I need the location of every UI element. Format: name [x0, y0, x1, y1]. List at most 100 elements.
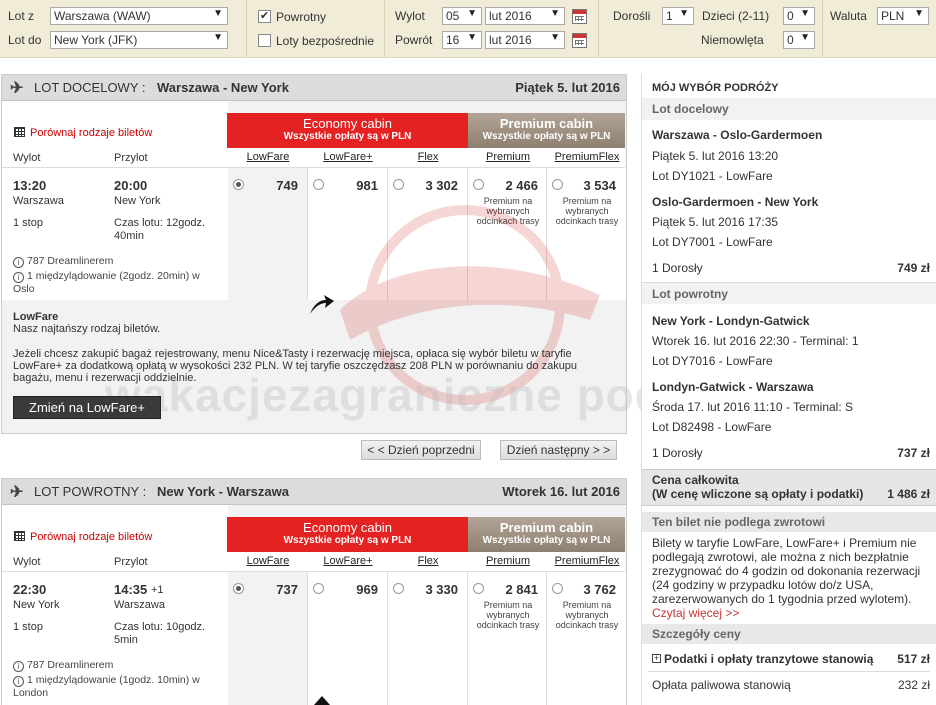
price-lowfare: 737 [276, 582, 298, 597]
fare-header-flex[interactable]: Flex [390, 555, 466, 567]
divider [648, 671, 930, 672]
return-checkbox[interactable]: ✔ [258, 10, 271, 23]
premium-title: Premium cabin [499, 116, 594, 131]
segment-flight: Lot DY1021 - LowFare [652, 169, 773, 183]
fare-radio-flex[interactable] [393, 583, 404, 594]
to-select[interactable]: New York (JFK) ▼ [50, 31, 228, 49]
compare-fares-link[interactable]: Porównaj rodzaje biletów [30, 127, 152, 139]
fare-radio-lowfare[interactable] [233, 583, 244, 594]
return-month-select[interactable]: lut 2016 ▼ [485, 31, 565, 49]
aircraft: 787 Dreamlinerem [27, 659, 114, 671]
taxes-label[interactable]: Podatki i opłaty tranzytowe stanowią [664, 652, 873, 666]
from-label: Lot z [8, 9, 35, 23]
upgrade-lowfareplus-button[interactable]: Zmień na LowFare+ [13, 396, 161, 419]
adults-value: 1 [666, 9, 673, 23]
info-icon[interactable]: i [13, 272, 24, 283]
read-more-link[interactable]: Czytaj więcej >> [652, 606, 739, 620]
fare-info-subtitle: Nasz najtańszy rodzaj biletów. [13, 323, 161, 335]
premium-sub: Wszystkie opłaty są w PLN [482, 131, 611, 142]
return-day-value: 16 [446, 33, 460, 47]
price-premium: 2 466 [505, 178, 538, 193]
fare-header-flex[interactable]: Flex [390, 151, 466, 163]
chevron-down-icon: ▼ [800, 8, 810, 19]
fare-radio-lowfareplus[interactable] [313, 179, 324, 190]
children-select[interactable]: 0 ▼ [783, 7, 815, 25]
depart-month-value: lut 2016 [489, 9, 532, 23]
chevron-down-icon: ▼ [800, 32, 810, 43]
economy-title: Economy cabin [303, 116, 392, 131]
adults-label: Dorośli [613, 9, 651, 23]
price-lowfareplus: 981 [356, 178, 378, 193]
fuel-value: 232 zł [897, 678, 930, 692]
calendar-icon[interactable] [572, 9, 587, 24]
segment-flight: Lot DY7016 - LowFare [652, 354, 773, 368]
arr-time: 14:35 [114, 582, 148, 597]
search-bar-divider-2 [384, 0, 385, 58]
economy-cabin-header: Economy cabin Wszystkie opłaty są w PLN [227, 113, 468, 148]
return-date-label: Powrót [395, 33, 433, 47]
direct-checkbox[interactable] [258, 34, 271, 47]
price-details-heading: Szczegóły ceny [642, 624, 936, 644]
fare-radio-premium[interactable] [473, 583, 484, 594]
return-summary-heading: Lot powrotny [642, 282, 936, 304]
chevron-down-icon: ▼ [679, 8, 689, 19]
chevron-down-icon: ▼ [213, 8, 223, 19]
search-bar-divider-3 [598, 0, 599, 58]
dep-city: Warszawa [13, 195, 64, 207]
stops: 1 stop [13, 621, 43, 633]
compare-fares-link[interactable]: Porównaj rodzaje biletów [30, 531, 152, 543]
fare-header-premium[interactable]: Premium [470, 555, 546, 567]
dep-time: 22:30 [13, 582, 47, 597]
fare-header-lowfare[interactable]: LowFare [230, 555, 306, 567]
to-value: New York (JFK) [54, 33, 138, 47]
depart-date-label: Wylot [395, 9, 425, 23]
economy-sub: Wszystkie opłaty są w PLN [283, 535, 412, 546]
currency-select[interactable]: PLN ▼ [877, 7, 929, 25]
segment-route: Londyn-Gatwick - Warszawa [652, 380, 814, 394]
premium-title: Premium cabin [499, 520, 594, 535]
mouse-cursor-icon [314, 696, 330, 705]
fare-radio-premium[interactable] [473, 179, 484, 190]
nonrefund-heading: Ten bilet nie podlega zwrotowi [642, 512, 936, 532]
outbound-summary-heading: Lot docelowy [642, 98, 936, 120]
calendar-icon[interactable] [572, 33, 587, 48]
info-icon[interactable]: i [13, 676, 24, 687]
chevron-down-icon: ▼ [213, 32, 223, 43]
chevron-down-icon: ▼ [550, 32, 560, 43]
fare-header-premium[interactable]: Premium [470, 151, 546, 163]
layover: 1 międzylądowanie (2godz. 20min) w Oslo [13, 270, 200, 295]
fare-info-title: LowFare [13, 311, 59, 323]
info-icon[interactable]: i [13, 661, 24, 672]
info-icon[interactable]: i [13, 257, 24, 268]
premium-sub: Wszystkie opłaty są w PLN [482, 535, 611, 546]
from-select[interactable]: Warszawa (WAW) ▼ [50, 7, 228, 25]
fuel-label: Opłata paliwowa stanowią [652, 678, 791, 692]
fare-radio-lowfareplus[interactable] [313, 583, 324, 594]
fare-radio-lowfare[interactable] [233, 179, 244, 190]
fare-header-premiumflex[interactable]: PremiumFlex [549, 151, 625, 163]
arr-city: New York [114, 195, 161, 207]
to-label: Lot do [8, 33, 42, 47]
return-passenger: 1 Dorosły [652, 446, 703, 460]
fare-header-lowfareplus[interactable]: LowFare+ [310, 555, 386, 567]
expand-icon[interactable]: + [652, 654, 661, 663]
depart-day-select[interactable]: 05 ▼ [442, 7, 482, 25]
infants-select[interactable]: 0 ▼ [783, 31, 815, 49]
dep-city: New York [13, 599, 60, 611]
layover-row: i1 międzylądowanie (2godz. 20min) w Oslo [13, 270, 218, 295]
adults-select[interactable]: 1 ▼ [662, 7, 694, 25]
depart-month-select[interactable]: lut 2016 ▼ [485, 7, 565, 25]
dep-time: 13:20 [13, 178, 47, 193]
nonrefund-text: Bilety w taryfie LowFare, LowFare+ i Pre… [652, 536, 921, 606]
segment-date: Piątek 5. lut 2016 13:20 [652, 149, 779, 163]
segment-date: Piątek 5. lut 2016 17:35 [652, 215, 779, 229]
next-day-button[interactable]: Dzień następny > > [500, 440, 617, 460]
fare-header-premiumflex[interactable]: PremiumFlex [549, 555, 625, 567]
fare-radio-flex[interactable] [393, 179, 404, 190]
previous-day-button[interactable]: < < Dzień poprzedni [361, 440, 481, 460]
fare-header-lowfare[interactable]: LowFare [230, 151, 306, 163]
outbound-header: ✈ LOT DOCELOWY : Warszawa - New York Pią… [2, 75, 626, 101]
compare-icon [14, 531, 25, 541]
return-day-select[interactable]: 16 ▼ [442, 31, 482, 49]
fare-header-lowfareplus[interactable]: LowFare+ [310, 151, 386, 163]
